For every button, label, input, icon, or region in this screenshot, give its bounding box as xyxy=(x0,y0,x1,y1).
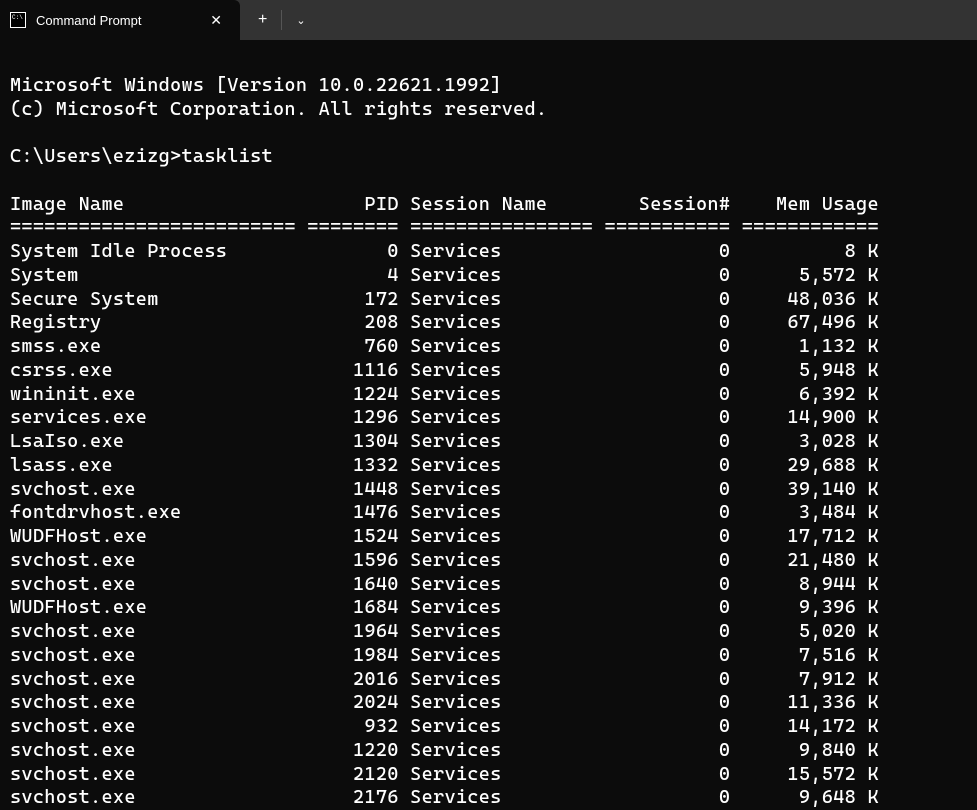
table-header: Image Name PID Session Name Session# Mem… xyxy=(10,193,879,215)
terminal-output[interactable]: Microsoft Windows [Version 10.0.22621.19… xyxy=(0,40,977,810)
tab-active[interactable]: C:\ Command Prompt ✕ xyxy=(0,0,240,40)
prompt-command: tasklist xyxy=(182,145,273,167)
svg-text:C:\: C:\ xyxy=(12,14,23,21)
banner-line2: (c) Microsoft Corporation. All rights re… xyxy=(10,98,547,120)
banner-line1: Microsoft Windows [Version 10.0.22621.19… xyxy=(10,74,502,96)
tab-title: Command Prompt xyxy=(36,13,204,28)
title-bar: C:\ Command Prompt ✕ + ⌄ xyxy=(0,0,977,40)
tab-actions: + ⌄ xyxy=(240,0,320,40)
cmd-icon: C:\ xyxy=(10,12,26,28)
chevron-down-icon: ⌄ xyxy=(296,14,305,27)
table-body: System Idle Process 0 Services 0 8 K Sys… xyxy=(10,240,879,808)
prompt-path: C:\Users\ezizg> xyxy=(10,145,182,167)
table-separator: ========================= ======== =====… xyxy=(10,216,879,238)
new-tab-button[interactable]: + xyxy=(244,0,281,40)
tab-dropdown-button[interactable]: ⌄ xyxy=(282,0,319,40)
tab-close-button[interactable]: ✕ xyxy=(204,8,228,33)
